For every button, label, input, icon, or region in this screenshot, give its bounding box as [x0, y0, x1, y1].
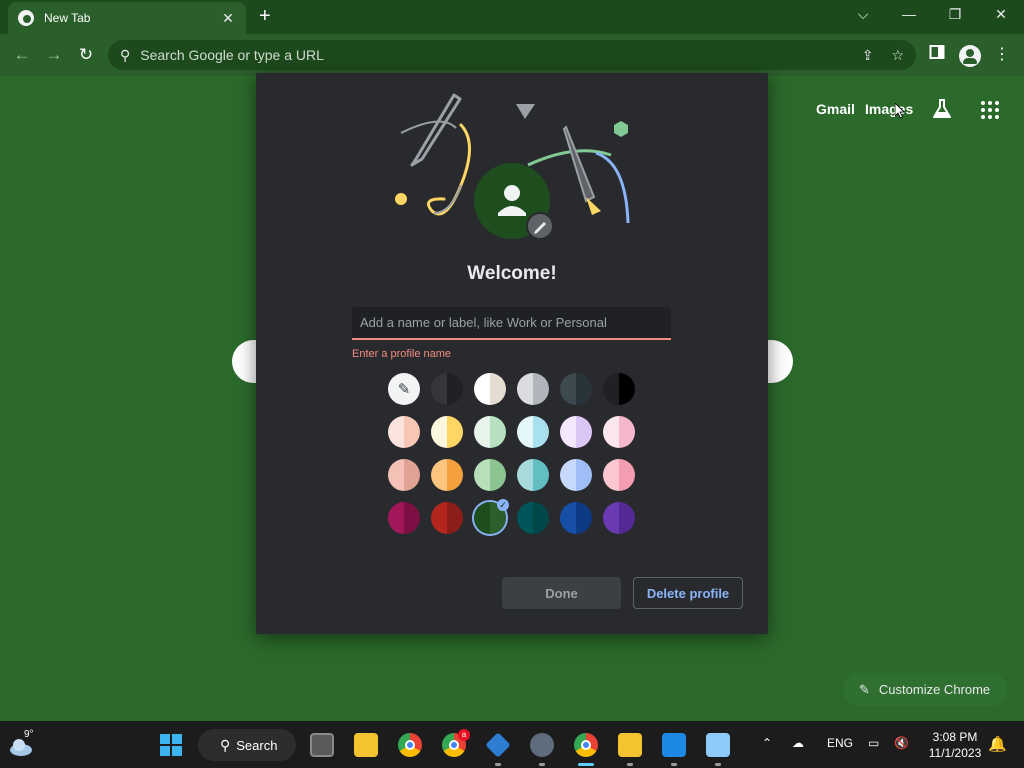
customize-chrome-button[interactable]: ✎ Customize Chrome	[843, 673, 1007, 706]
theme-swatch-rose[interactable]	[603, 459, 635, 491]
theme-swatch-black[interactable]	[603, 373, 635, 405]
minimize-button[interactable]: —	[889, 4, 929, 24]
pencil-icon: ✎	[859, 681, 870, 697]
app-indicator	[539, 763, 545, 766]
selected-check-icon: ✓	[497, 499, 509, 511]
profile-avatar-button[interactable]	[959, 45, 981, 67]
settings-gear-icon[interactable]	[530, 733, 554, 757]
tab-close-icon[interactable]: ✕	[220, 10, 236, 27]
omnibox[interactable]: ⚲ Search Google or type a URL ⇪ ☆	[108, 40, 916, 70]
share-icon[interactable]: ⇪	[862, 47, 874, 64]
theme-swatch-grey-dark[interactable]	[431, 373, 463, 405]
theme-swatch-light-grey[interactable]	[517, 373, 549, 405]
reload-button[interactable]: ↻	[75, 44, 97, 66]
profile-name-error: Enter a profile name	[352, 348, 452, 360]
theme-swatch-teal-light[interactable]	[517, 459, 549, 491]
eyedropper-icon: ✎	[397, 381, 411, 398]
notification-bell-icon[interactable]: 🔔	[988, 735, 1007, 753]
app-indicator-active	[578, 763, 594, 766]
labs-flask-icon[interactable]	[931, 98, 953, 120]
welcome-illustration	[395, 93, 630, 240]
forward-button[interactable]: →	[43, 44, 65, 66]
theme-swatch-white-beige[interactable]	[474, 373, 506, 405]
chrome-menu-icon[interactable]: ⋮	[991, 44, 1013, 64]
tab-title: New Tab	[44, 11, 91, 25]
app-indicator	[715, 763, 721, 766]
theme-swatch-blue-dark[interactable]	[560, 502, 592, 534]
chrome-active-icon[interactable]	[574, 733, 598, 757]
weather-temp: 9°	[24, 729, 34, 740]
welcome-heading: Welcome!	[467, 263, 557, 284]
new-tab-button[interactable]: +	[259, 5, 271, 27]
resource-monitor-icon[interactable]	[706, 733, 730, 757]
weather-widget[interactable]: 9°	[8, 729, 38, 759]
theme-swatch-sage[interactable]	[474, 459, 506, 491]
app-indicator	[671, 763, 677, 766]
bookmark-star-icon[interactable]: ☆	[891, 47, 904, 64]
profile-setup-dialog: Welcome! Enter a profile name ✎ ✓ Done De…	[256, 73, 768, 634]
gmail-link[interactable]: Gmail	[816, 101, 855, 117]
volume-muted-icon[interactable]: 🔇	[894, 736, 909, 750]
app-8-icon[interactable]	[662, 733, 686, 757]
folder-cloud-icon[interactable]	[618, 733, 642, 757]
theme-swatch-green-light[interactable]	[474, 416, 506, 448]
profile-name-input[interactable]	[352, 307, 671, 340]
theme-swatch-custom-color-picker[interactable]: ✎	[388, 373, 420, 405]
taskbar-search-button[interactable]: ⚲ Search	[198, 729, 296, 761]
language-indicator[interactable]: ENG	[827, 736, 853, 750]
theme-swatch-cyan-light[interactable]	[517, 416, 549, 448]
images-link[interactable]: Images	[865, 101, 913, 117]
windows-taskbar: 9° ⚲ Search a ⌃ ☁ ENG ▭ 🔇 3:08 PM 11/1/2…	[0, 721, 1024, 768]
omnibox-text[interactable]: Search Google or type a URL	[140, 47, 843, 63]
app-indicator	[495, 763, 501, 766]
theme-swatch-magenta[interactable]	[388, 502, 420, 534]
taskbar-clock[interactable]: 3:08 PM 11/1/2023	[920, 729, 990, 761]
theme-swatch-salmon[interactable]	[388, 459, 420, 491]
done-button[interactable]: Done	[502, 577, 621, 609]
theme-swatch-lavender-light[interactable]	[560, 416, 592, 448]
chrome-notification-badge: a	[458, 729, 470, 741]
tab-new-tab[interactable]: New Tab ✕	[8, 2, 246, 34]
clock-date: 11/1/2023	[928, 746, 982, 760]
network-icon[interactable]: ▭	[868, 736, 879, 750]
side-panel-icon[interactable]	[926, 44, 948, 65]
google-apps-icon[interactable]	[981, 101, 999, 119]
tab-strip: New Tab ✕ + ⌵ — ❐ ✕	[0, 0, 1024, 34]
virtualbox-icon[interactable]	[485, 732, 511, 758]
search-icon: ⚲	[220, 736, 231, 753]
theme-swatch-orange[interactable]	[431, 459, 463, 491]
pen-icon	[410, 93, 462, 167]
tray-overflow-icon[interactable]: ⌃	[762, 736, 772, 750]
back-button[interactable]: ←	[11, 44, 33, 66]
restore-button[interactable]: ❐	[935, 4, 975, 24]
theme-swatch-purple[interactable]	[603, 502, 635, 534]
taskbar-search-label: Search	[236, 737, 278, 753]
theme-swatch-periwinkle[interactable]	[560, 459, 592, 491]
tab-search-icon[interactable]: ⌵	[843, 4, 883, 24]
theme-swatch-peach-light[interactable]	[388, 416, 420, 448]
customize-chrome-label: Customize Chrome	[878, 682, 991, 697]
chrome-icon[interactable]	[398, 733, 422, 757]
search-icon: ⚲	[120, 46, 131, 63]
chrome-favicon-icon	[18, 10, 34, 26]
app-indicator	[627, 763, 633, 766]
delete-profile-button[interactable]: Delete profile	[633, 577, 743, 609]
theme-swatch-yellow[interactable]	[431, 416, 463, 448]
clock-time: 3:08 PM	[932, 730, 978, 744]
theme-swatch-red[interactable]	[431, 502, 463, 534]
mouse-cursor-icon	[895, 103, 905, 119]
theme-swatch-teal-dark[interactable]	[517, 502, 549, 534]
theme-swatch-pink-light[interactable]	[603, 416, 635, 448]
file-explorer-icon[interactable]	[354, 733, 378, 757]
close-window-button[interactable]: ✕	[981, 4, 1021, 24]
task-view-icon[interactable]	[310, 733, 334, 757]
onedrive-icon[interactable]: ☁	[792, 736, 804, 750]
toolbar: ← → ↻ ⚲ Search Google or type a URL ⇪ ☆ …	[0, 34, 1024, 76]
theme-swatch-slate[interactable]	[560, 373, 592, 405]
windows-start-icon[interactable]	[160, 734, 182, 756]
